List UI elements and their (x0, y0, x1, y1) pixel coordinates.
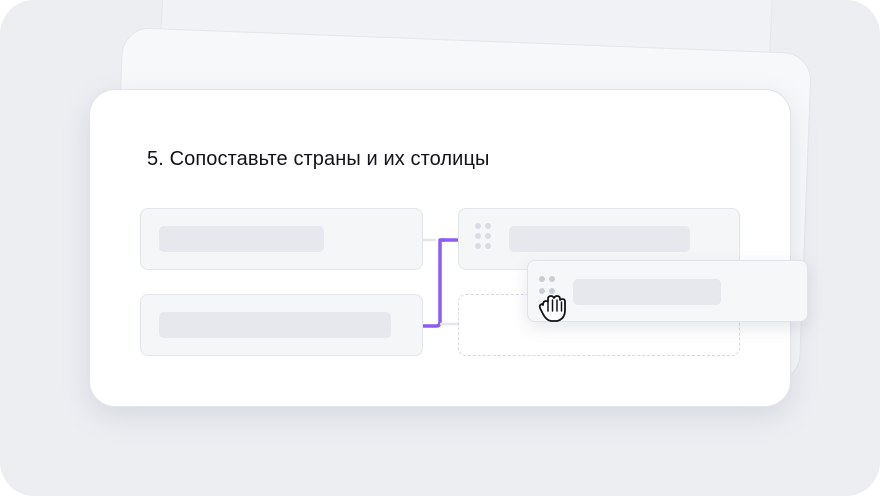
question-card: 5. Сопоставьте страны и их столицы (89, 89, 791, 407)
dragging-item-text (573, 279, 721, 305)
question-text: Сопоставьте страны и их столицы (169, 148, 490, 170)
drag-handle-icon[interactable] (475, 223, 495, 255)
background-panel: 5. Сопоставьте страны и их столицы (0, 0, 880, 496)
left-item-2-text (159, 312, 391, 338)
left-item-1[interactable] (140, 208, 423, 270)
grab-hand-cursor-icon (538, 295, 566, 322)
left-item-2[interactable] (140, 294, 423, 356)
left-item-1-text (159, 226, 324, 252)
question-number: 5. (147, 148, 164, 170)
right-item-1-text (509, 226, 690, 252)
question-title: 5. Сопоставьте страны и их столицы (147, 148, 489, 171)
